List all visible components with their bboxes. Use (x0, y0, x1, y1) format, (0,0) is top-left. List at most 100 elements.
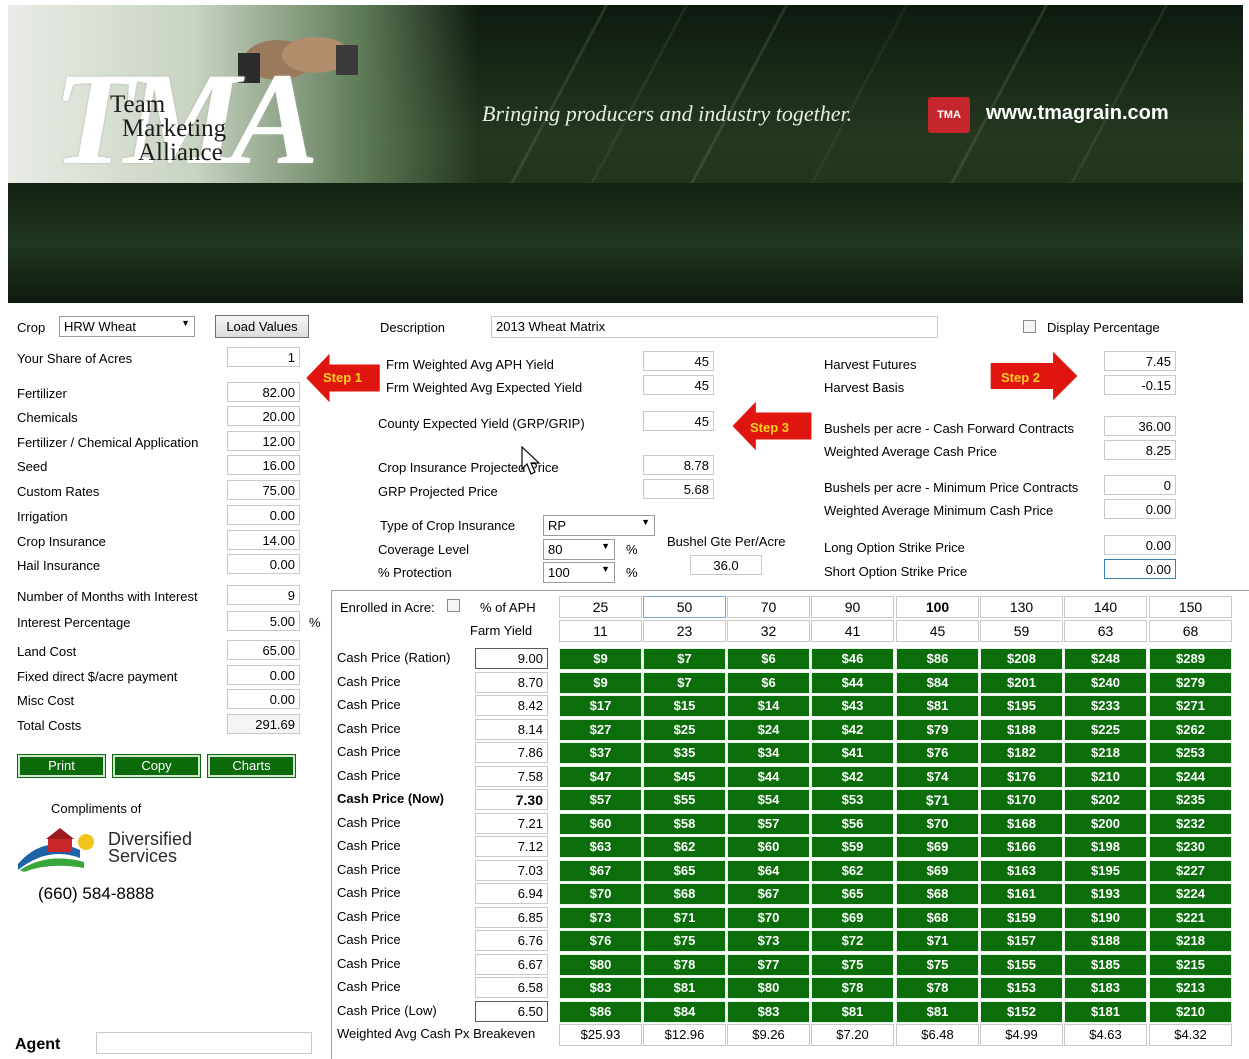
matrix-cell: $81 (811, 1000, 894, 1023)
land-cost-input[interactable]: 65.00 (227, 640, 300, 660)
cash-price-input[interactable]: 6.67 (475, 953, 548, 975)
matrix-cell: $53 (811, 789, 894, 811)
aph-percent-cell[interactable]: 25 (559, 596, 642, 618)
cost-input[interactable]: 12.00 (227, 431, 300, 451)
description-input[interactable]: 2013 Wheat Matrix (491, 316, 938, 338)
chevron-down-icon: ▼ (601, 541, 610, 551)
charts-button[interactable]: Charts (207, 754, 296, 778)
cash-price-label: Cash Price (337, 908, 401, 924)
print-button[interactable]: Print (17, 754, 106, 778)
land-cost-label: Land Cost (17, 644, 77, 659)
logo-word: Alliance (138, 139, 223, 166)
long-strike-input[interactable]: 0.00 (1104, 535, 1176, 555)
cash-price-input[interactable]: 8.42 (475, 695, 548, 716)
fixed-payment-input[interactable]: 0.00 (227, 665, 300, 685)
aph-percent-cell[interactable]: 90 (811, 596, 894, 618)
matrix-cell: $84 (643, 1000, 726, 1023)
cash-price-input[interactable]: 6.85 (475, 906, 548, 928)
matrix-cell: $176 (980, 765, 1063, 788)
farm-yield-cell: 23 (643, 620, 726, 642)
matrix-cell: $76 (559, 930, 642, 952)
matrix-cell: $67 (559, 859, 642, 882)
cash-price-input[interactable]: 7.58 (475, 765, 548, 787)
load-values-button[interactable]: Load Values (215, 315, 309, 338)
matrix-cell: $75 (811, 953, 894, 976)
crop-select[interactable]: HRW Wheat ▼ (59, 316, 195, 337)
matrix-cell: $253 (1149, 742, 1232, 764)
matrix-cell: $200 (1064, 812, 1147, 835)
cash-price-input[interactable]: 8.14 (475, 718, 548, 740)
matrix-cell: $208 (980, 648, 1063, 670)
cost-input[interactable]: 82.00 (227, 382, 300, 402)
cash-price-input[interactable]: 6.76 (475, 930, 548, 951)
aph-percent-cell[interactable]: 140 (1064, 596, 1147, 618)
cash-price-input[interactable]: 6.58 (475, 977, 548, 998)
matrix-cell: $73 (559, 906, 642, 929)
display-percentage-checkbox[interactable] (1023, 320, 1036, 333)
cash-price-input[interactable]: 7.12 (475, 836, 548, 857)
matrix-cell: $9 (559, 671, 642, 694)
matrix-cell: $210 (1064, 765, 1147, 788)
cash-price-input[interactable]: 7.03 (475, 859, 548, 881)
matrix-cell: $69 (896, 836, 979, 858)
misc-cost-input[interactable]: 0.00 (227, 689, 300, 709)
short-strike-input[interactable]: 0.00 (1104, 559, 1176, 579)
cash-price-input[interactable]: 6.50 (475, 1000, 548, 1022)
cash-price-input[interactable]: 7.86 (475, 742, 548, 763)
matrix-cell: $57 (727, 812, 810, 835)
expected-yield-input[interactable]: 45 (643, 375, 714, 395)
matrix-cell: $42 (811, 718, 894, 741)
cost-input[interactable]: 0.00 (227, 505, 300, 525)
weighted-min-price-input[interactable]: 0.00 (1104, 499, 1176, 519)
coverage-level-select[interactable]: 80 ▼ (543, 539, 615, 560)
insurance-type-select[interactable]: RP ▼ (543, 515, 655, 536)
cost-input[interactable]: 75.00 (227, 480, 300, 500)
cash-price-label: Cash Price (Low) (337, 1002, 437, 1018)
forward-contracts-input[interactable]: 36.00 (1104, 416, 1176, 436)
enrolled-checkbox[interactable] (447, 599, 460, 612)
matrix-cell: $221 (1149, 906, 1232, 929)
cost-input[interactable]: 16.00 (227, 455, 300, 475)
matrix-cell: $68 (896, 883, 979, 905)
protection-select[interactable]: 100 ▼ (543, 562, 615, 583)
aph-percent-cell[interactable]: 70 (727, 596, 810, 618)
breakeven-cell: $4.99 (980, 1024, 1063, 1046)
harvest-futures-input[interactable]: 7.45 (1104, 351, 1176, 371)
matrix-cell: $65 (643, 859, 726, 882)
insurance-type-value: RP (548, 518, 567, 533)
short-strike-label: Short Option Strike Price (824, 564, 968, 579)
agent-input[interactable] (96, 1032, 312, 1054)
cost-input[interactable]: 14.00 (227, 530, 300, 550)
aph-percent-cell[interactable]: 150 (1149, 596, 1232, 618)
min-price-contracts-label: Bushels per acre - Minimum Price Contrac… (824, 480, 1079, 495)
matrix-cell: $159 (980, 906, 1063, 929)
cash-price-input[interactable]: 8.70 (475, 671, 548, 693)
matrix-cell: $233 (1064, 695, 1147, 717)
matrix-cell: $71 (896, 789, 979, 811)
cash-price-input[interactable]: 9.00 (475, 648, 548, 669)
weighted-cash-price-label: Weighted Average Cash Price (824, 444, 997, 459)
matrix-cell: $44 (727, 765, 810, 788)
aph-percent-cell[interactable]: 100 (896, 596, 979, 618)
months-input[interactable]: 9 (227, 585, 300, 605)
aph-percent-cell[interactable]: 50 (643, 596, 726, 618)
cost-input[interactable]: 0.00 (227, 554, 300, 574)
weighted-cash-price-input[interactable]: 8.25 (1104, 440, 1176, 460)
matrix-cell: $81 (896, 695, 979, 717)
projected-price-input[interactable]: 8.78 (643, 455, 714, 475)
grp-price-input[interactable]: 5.68 (643, 479, 714, 499)
copy-button[interactable]: Copy (112, 754, 201, 778)
cash-price-input[interactable]: 7.30 (475, 789, 548, 810)
min-price-contracts-input[interactable]: 0 (1104, 475, 1176, 495)
aph-percent-cell[interactable]: 130 (980, 596, 1063, 618)
harvest-basis-input[interactable]: -0.15 (1104, 375, 1176, 395)
wheat-field-image (8, 183, 1243, 303)
county-yield-input[interactable]: 45 (643, 411, 714, 431)
cash-price-input[interactable]: 6.94 (475, 883, 548, 904)
website-link[interactable]: www.tmagrain.com (986, 102, 1169, 125)
aph-yield-input[interactable]: 45 (643, 351, 714, 371)
cash-price-input[interactable]: 7.21 (475, 812, 548, 834)
share-input[interactable]: 1 (227, 347, 300, 367)
cost-input[interactable]: 20.00 (227, 406, 300, 426)
interest-input[interactable]: 5.00 (227, 611, 300, 631)
